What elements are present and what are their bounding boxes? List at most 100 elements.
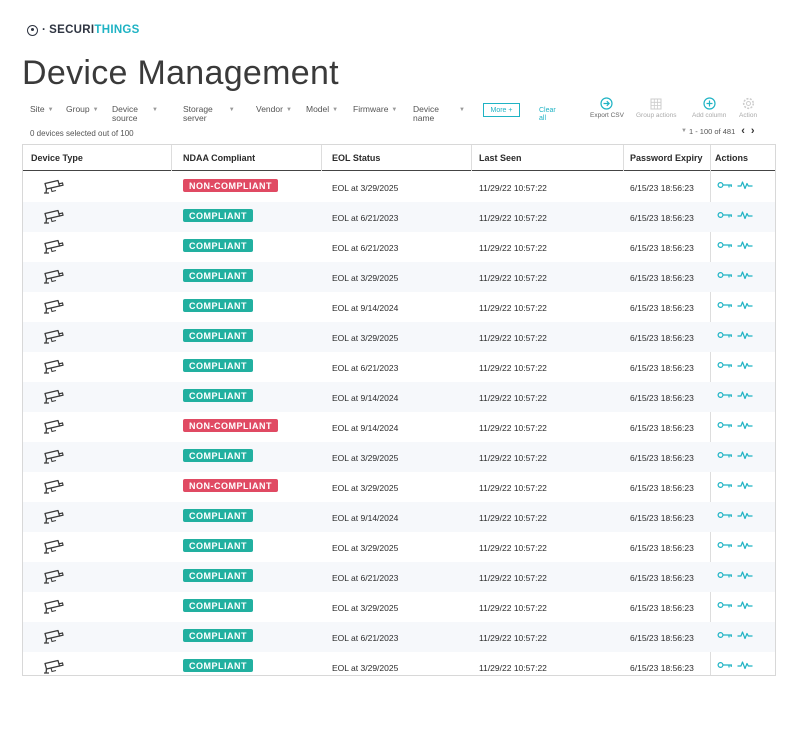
key-icon[interactable] xyxy=(717,300,733,310)
key-icon[interactable] xyxy=(717,180,733,190)
filter-model[interactable]: Model ▼ xyxy=(306,105,338,115)
heartbeat-icon[interactable] xyxy=(737,420,753,430)
camera-icon xyxy=(43,599,65,617)
table-row[interactable]: COMPLIANT EOL at 9/14/2024 11/29/22 10:5… xyxy=(23,502,775,532)
heartbeat-icon[interactable] xyxy=(737,390,753,400)
filter-device-source[interactable]: Device source ▼ xyxy=(112,105,170,123)
heartbeat-icon[interactable] xyxy=(737,570,753,580)
heartbeat-icon[interactable] xyxy=(737,510,753,520)
key-icon[interactable] xyxy=(717,450,733,460)
table-row[interactable]: COMPLIANT EOL at 6/21/2023 11/29/22 10:5… xyxy=(23,232,775,262)
pagination: ▼ 1 - 100 of 481 ‹ › xyxy=(681,125,755,137)
key-icon[interactable] xyxy=(717,540,733,550)
table-row[interactable]: NON-COMPLIANT EOL at 3/29/2025 11/29/22 … xyxy=(23,472,775,502)
ndaa-status-badge: COMPLIANT xyxy=(183,359,253,372)
ndaa-status-badge: COMPLIANT xyxy=(183,209,253,222)
key-icon[interactable] xyxy=(717,270,733,280)
export-csv-button[interactable]: Export CSV xyxy=(590,97,624,119)
chevron-down-icon: ▼ xyxy=(228,107,235,113)
heartbeat-icon[interactable] xyxy=(737,360,753,370)
group-actions-button[interactable]: Group actions xyxy=(636,97,676,119)
table-row[interactable]: COMPLIANT EOL at 6/21/2023 11/29/22 10:5… xyxy=(23,622,775,652)
key-icon[interactable] xyxy=(717,480,733,490)
table-row[interactable]: COMPLIANT EOL at 6/21/2023 11/29/22 10:5… xyxy=(23,562,775,592)
heartbeat-icon[interactable] xyxy=(737,450,753,460)
eol-status: EOL at 9/14/2024 xyxy=(332,423,399,433)
heartbeat-icon[interactable] xyxy=(737,180,753,190)
heartbeat-icon[interactable] xyxy=(737,300,753,310)
password-expiry: 6/15/23 18:56:23 xyxy=(630,363,694,373)
heartbeat-icon[interactable] xyxy=(737,540,753,550)
key-icon[interactable] xyxy=(717,510,733,520)
action-button[interactable]: Action xyxy=(739,97,757,119)
key-icon[interactable] xyxy=(717,600,733,610)
heartbeat-icon[interactable] xyxy=(737,270,753,280)
last-seen: 11/29/22 10:57:22 xyxy=(479,663,547,673)
table-row[interactable]: NON-COMPLIANT EOL at 9/14/2024 11/29/22 … xyxy=(23,412,775,442)
heartbeat-icon[interactable] xyxy=(737,480,753,490)
filter-vendor[interactable]: Vendor ▼ xyxy=(256,105,292,115)
password-expiry: 6/15/23 18:56:23 xyxy=(630,273,694,283)
column-device-type[interactable]: Device Type xyxy=(31,153,83,163)
eol-status: EOL at 3/29/2025 xyxy=(332,183,399,193)
heartbeat-icon[interactable] xyxy=(737,660,753,670)
password-expiry: 6/15/23 18:56:23 xyxy=(630,423,694,433)
chevron-down-icon[interactable]: ▼ xyxy=(681,128,687,134)
key-icon[interactable] xyxy=(717,330,733,340)
table-row[interactable]: NON-COMPLIANT EOL at 3/29/2025 11/29/22 … xyxy=(23,172,775,202)
key-icon[interactable] xyxy=(717,660,733,670)
table-row[interactable]: COMPLIANT EOL at 3/29/2025 11/29/22 10:5… xyxy=(23,262,775,292)
filter-site[interactable]: Site ▼ xyxy=(30,105,54,115)
filter-firmware[interactable]: Firmware ▼ xyxy=(353,105,397,115)
column-eol[interactable]: EOL Status xyxy=(332,153,380,163)
table-row[interactable]: COMPLIANT EOL at 9/14/2024 11/29/22 10:5… xyxy=(23,292,775,322)
clear-all-link[interactable]: Clear all xyxy=(539,107,559,123)
eol-status: EOL at 9/14/2024 xyxy=(332,303,399,313)
eol-status: EOL at 9/14/2024 xyxy=(332,393,399,403)
password-expiry: 6/15/23 18:56:23 xyxy=(630,243,694,253)
prev-page-icon[interactable]: ‹ xyxy=(741,125,745,137)
pagination-range: 1 - 100 of 481 xyxy=(688,126,736,136)
table-row[interactable]: COMPLIANT EOL at 3/29/2025 11/29/22 10:5… xyxy=(23,322,775,352)
key-icon[interactable] xyxy=(717,630,733,640)
more-filters-button[interactable]: More + xyxy=(483,103,520,117)
key-icon[interactable] xyxy=(717,390,733,400)
eol-status: EOL at 3/29/2025 xyxy=(332,333,399,343)
table-row[interactable]: COMPLIANT EOL at 9/14/2024 11/29/22 10:5… xyxy=(23,382,775,412)
chevron-down-icon: ▼ xyxy=(47,107,54,113)
table-row[interactable]: COMPLIANT EOL at 3/29/2025 11/29/22 10:5… xyxy=(23,652,775,675)
key-icon[interactable] xyxy=(717,570,733,580)
ndaa-status-badge: NON-COMPLIANT xyxy=(183,179,278,192)
password-expiry: 6/15/23 18:56:23 xyxy=(630,303,694,313)
filter-storage-server[interactable]: Storage server ▼ xyxy=(183,105,243,123)
heartbeat-icon[interactable] xyxy=(737,210,753,220)
filter-device-name[interactable]: Device name ▼ xyxy=(413,105,469,123)
table-row[interactable]: COMPLIANT EOL at 3/29/2025 11/29/22 10:5… xyxy=(23,592,775,622)
next-page-icon[interactable]: › xyxy=(751,125,755,137)
add-column-button[interactable]: Add column xyxy=(692,97,726,119)
table-row[interactable]: COMPLIANT EOL at 3/29/2025 11/29/22 10:5… xyxy=(23,442,775,472)
table-row[interactable]: COMPLIANT EOL at 3/29/2025 11/29/22 10:5… xyxy=(23,532,775,562)
heartbeat-icon[interactable] xyxy=(737,330,753,340)
column-last-seen[interactable]: Last Seen xyxy=(479,153,522,163)
table-row[interactable]: COMPLIANT EOL at 6/21/2023 11/29/22 10:5… xyxy=(23,202,775,232)
camera-icon xyxy=(43,239,65,257)
heartbeat-icon[interactable] xyxy=(737,600,753,610)
key-icon[interactable] xyxy=(717,360,733,370)
key-icon[interactable] xyxy=(717,210,733,220)
key-icon[interactable] xyxy=(717,420,733,430)
last-seen: 11/29/22 10:57:22 xyxy=(479,183,547,193)
filter-group[interactable]: Group ▼ xyxy=(66,105,99,115)
column-ndaa[interactable]: NDAA Compliant xyxy=(183,153,255,163)
last-seen: 11/29/22 10:57:22 xyxy=(479,543,547,553)
last-seen: 11/29/22 10:57:22 xyxy=(479,453,547,463)
password-expiry: 6/15/23 18:56:23 xyxy=(630,393,694,403)
last-seen: 11/29/22 10:57:22 xyxy=(479,603,547,613)
table-row[interactable]: COMPLIANT EOL at 6/21/2023 11/29/22 10:5… xyxy=(23,352,775,382)
heartbeat-icon[interactable] xyxy=(737,630,753,640)
key-icon[interactable] xyxy=(717,240,733,250)
column-password-expiry[interactable]: Password Expiry xyxy=(630,153,703,163)
last-seen: 11/29/22 10:57:22 xyxy=(479,633,547,643)
camera-icon xyxy=(43,179,65,197)
heartbeat-icon[interactable] xyxy=(737,240,753,250)
